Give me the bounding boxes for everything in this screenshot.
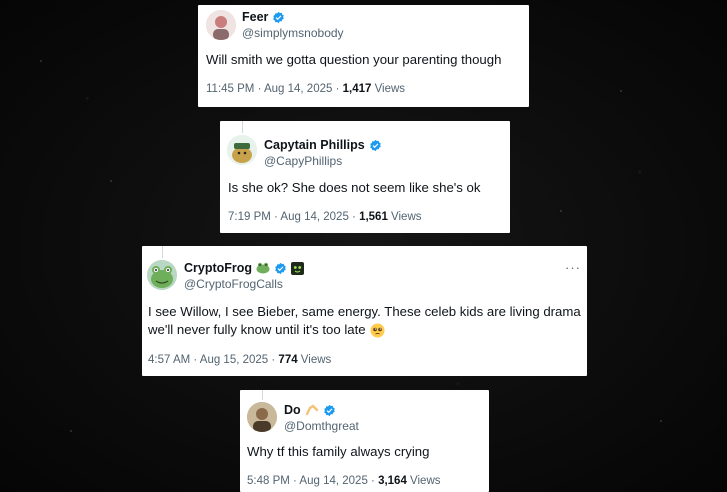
- view-count: 1,417: [342, 83, 372, 95]
- avatar[interactable]: [147, 260, 177, 290]
- background-speck: [70, 430, 72, 432]
- tweet-text-line-1: I see Willow, I see Bieber, same energy.…: [148, 304, 581, 319]
- background-speck: [560, 210, 562, 212]
- user-handle[interactable]: @CryptoFrogCalls: [184, 277, 283, 291]
- display-name[interactable]: Do: [284, 403, 301, 417]
- avatar[interactable]: [247, 402, 277, 432]
- verified-badge-icon: [369, 139, 381, 151]
- tweet-card[interactable]: Capytain Phillips @CapyPhillips Is she o…: [220, 121, 510, 233]
- view-count: 1,561: [359, 211, 388, 223]
- background-speck: [110, 180, 112, 182]
- timestamp[interactable]: 11:45 PM · Aug 14, 2025 ·: [206, 83, 343, 95]
- capybara-avatar-icon: [227, 135, 257, 165]
- verified-badge-icon: [323, 404, 335, 416]
- view-count: 3,164: [378, 475, 407, 487]
- thread-connector: [242, 121, 243, 133]
- pleading-face-emoji-icon: [370, 323, 385, 337]
- avatar[interactable]: [227, 135, 257, 165]
- avatar[interactable]: [206, 10, 236, 40]
- tweet-text: Will smith we gotta question your parent…: [206, 52, 502, 67]
- timestamp[interactable]: 7:19 PM · Aug 14, 2025 ·: [228, 211, 359, 223]
- tweet-text-line-2: we'll never fully know until it's too la…: [148, 322, 366, 337]
- alien-square-icon: [291, 261, 305, 275]
- user-handle[interactable]: @simplymsnobody: [242, 26, 344, 40]
- display-name[interactable]: CryptoFrog: [184, 261, 252, 275]
- thread-connector: [162, 246, 163, 258]
- views-label: Views: [406, 475, 441, 487]
- views-label: Views: [297, 354, 332, 366]
- timestamp[interactable]: 5:48 PM · Aug 14, 2025 ·: [247, 475, 378, 487]
- view-count: 774: [278, 354, 298, 366]
- frog-avatar-icon: [147, 260, 177, 290]
- avatar-image-icon: [206, 10, 236, 40]
- user-handle[interactable]: @Domthgreat: [284, 419, 359, 433]
- views-label: Views: [387, 211, 422, 223]
- tweet-meta: 11:45 PM · Aug 14, 2025 · 1,417 Views: [206, 83, 405, 95]
- background-speck: [660, 420, 662, 422]
- frog-emoji-icon: [256, 262, 270, 274]
- tweet-meta: 7:19 PM · Aug 14, 2025 · 1,561 Views: [228, 211, 422, 223]
- tweet-card[interactable]: CryptoFrog @CryptoFrogCalls ··· I see Wi…: [142, 246, 587, 376]
- display-name[interactable]: Feer: [242, 10, 268, 24]
- views-label: Views: [371, 83, 406, 95]
- verified-badge-icon: [275, 262, 286, 274]
- timestamp[interactable]: 4:57 AM · Aug 15, 2025 ·: [148, 354, 278, 366]
- user-handle[interactable]: @CapyPhillips: [264, 154, 342, 168]
- thread-connector: [262, 390, 263, 400]
- tweet-text: Why tf this family always crying: [247, 444, 430, 459]
- tweet-card[interactable]: Do @Domthgreat Why tf this family always…: [240, 390, 489, 492]
- tweet-meta: 5:48 PM · Aug 14, 2025 · 3,164 Views: [247, 475, 441, 487]
- background-speck: [620, 90, 622, 92]
- more-options-icon[interactable]: ···: [565, 260, 581, 275]
- tweet-text-line-2-row: we'll never fully know until it's too la…: [148, 320, 385, 340]
- verified-badge-icon: [273, 11, 285, 23]
- person-avatar-icon: [247, 402, 277, 432]
- tweet-card[interactable]: Feer @simplymsnobody Will smith we gotta…: [198, 5, 529, 107]
- tweet-meta: 4:57 AM · Aug 15, 2025 · 774 Views: [148, 354, 331, 366]
- tweet-text: Is she ok? She does not seem like she's …: [228, 180, 481, 195]
- background-speck: [40, 60, 42, 62]
- display-name[interactable]: Capytain Phillips: [264, 138, 365, 152]
- flexed-arm-emoji-icon: [305, 404, 318, 416]
